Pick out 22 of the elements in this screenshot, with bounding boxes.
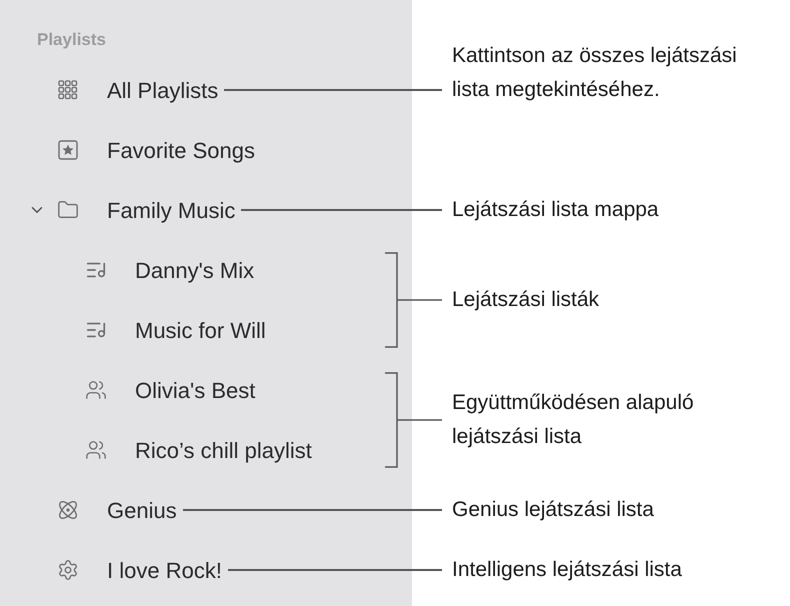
sidebar-item[interactable]: All Playlists: [107, 74, 218, 106]
sidebar-item[interactable]: Rico’s chill playlist: [135, 434, 312, 466]
sidebar-item[interactable]: I love Rock!: [107, 554, 222, 586]
callout-text: Lejátszási lista mappa: [452, 197, 659, 224]
sidebar-header: Playlists: [37, 30, 106, 49]
grid-icon: [58, 80, 78, 100]
sidebar-item[interactable]: Danny's Mix: [135, 254, 254, 286]
sidebar-item[interactable]: Genius: [107, 494, 177, 526]
sidebar-item[interactable]: Favorite Songs: [107, 134, 255, 166]
settings-icon: [57, 559, 79, 581]
callout-text: Lejátszási listák: [452, 287, 600, 313]
callout-text: Kattintson az összes lejátszási lista megtekintéséhez.: [452, 43, 738, 103]
atom-icon: [57, 499, 79, 521]
callout-text: Intelligens lejátszási lista: [452, 557, 682, 584]
people-icon: [85, 379, 107, 401]
sidebar-item[interactable]: Olivia's Best: [135, 374, 256, 406]
folder-icon: [57, 199, 79, 221]
sidebar-item[interactable]: Music for Will: [135, 314, 266, 346]
callout-text: Együttműködésen alapuló lejátszási lista: [452, 390, 695, 450]
sidebar-item[interactable]: Family Music: [107, 194, 236, 226]
people-icon: [85, 439, 107, 461]
callout-text: Genius lejátszási lista: [452, 497, 654, 524]
